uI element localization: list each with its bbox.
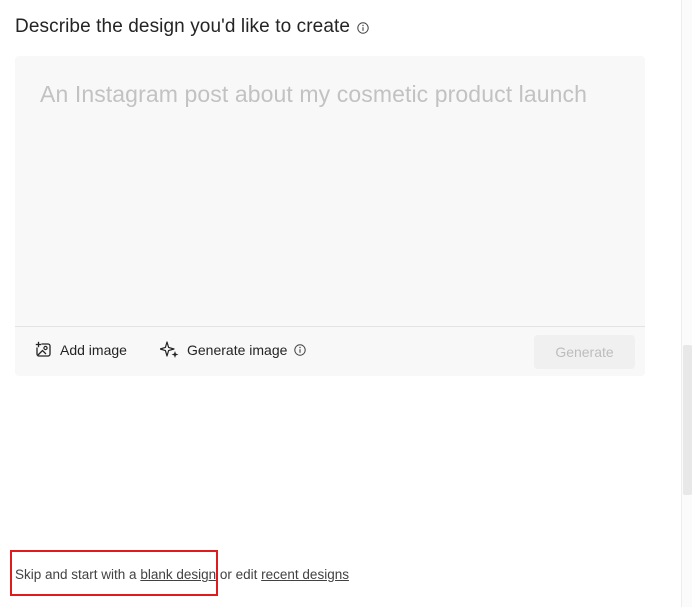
add-image-button[interactable]: Add image <box>35 341 127 359</box>
info-icon[interactable] <box>356 21 369 34</box>
title-row: Describe the design you'd like to create <box>15 16 369 38</box>
recent-designs-link[interactable]: recent designs <box>261 567 349 582</box>
prompt-textarea[interactable]: An Instagram post about my cosmetic prod… <box>15 56 645 327</box>
blank-design-link[interactable]: blank design <box>140 567 216 582</box>
footer-links: Skip and start with a blank design or ed… <box>15 567 349 582</box>
designer-prompt-page: Describe the design you'd like to create… <box>0 0 692 607</box>
prompt-composer: An Instagram post about my cosmetic prod… <box>15 56 645 376</box>
prompt-placeholder: An Instagram post about my cosmetic prod… <box>40 81 588 107</box>
generate-image-label: Generate image <box>187 342 288 358</box>
add-image-label: Add image <box>60 342 127 358</box>
generate-button[interactable]: Generate <box>534 335 635 369</box>
image-add-icon <box>35 341 53 359</box>
footer-prefix: Skip and start with a <box>15 567 141 582</box>
scrollbar-track[interactable] <box>681 0 692 607</box>
generate-image-info-icon[interactable] <box>294 344 307 356</box>
composer-toolbar: Add image Generate image Generate <box>15 327 645 376</box>
footer-middle: or edit <box>216 567 262 582</box>
generate-image-button[interactable]: Generate image <box>160 341 307 359</box>
scrollbar-thumb[interactable] <box>683 345 692 495</box>
page-title: Describe the design you'd like to create <box>15 16 351 37</box>
sparkle-icon <box>160 341 180 359</box>
